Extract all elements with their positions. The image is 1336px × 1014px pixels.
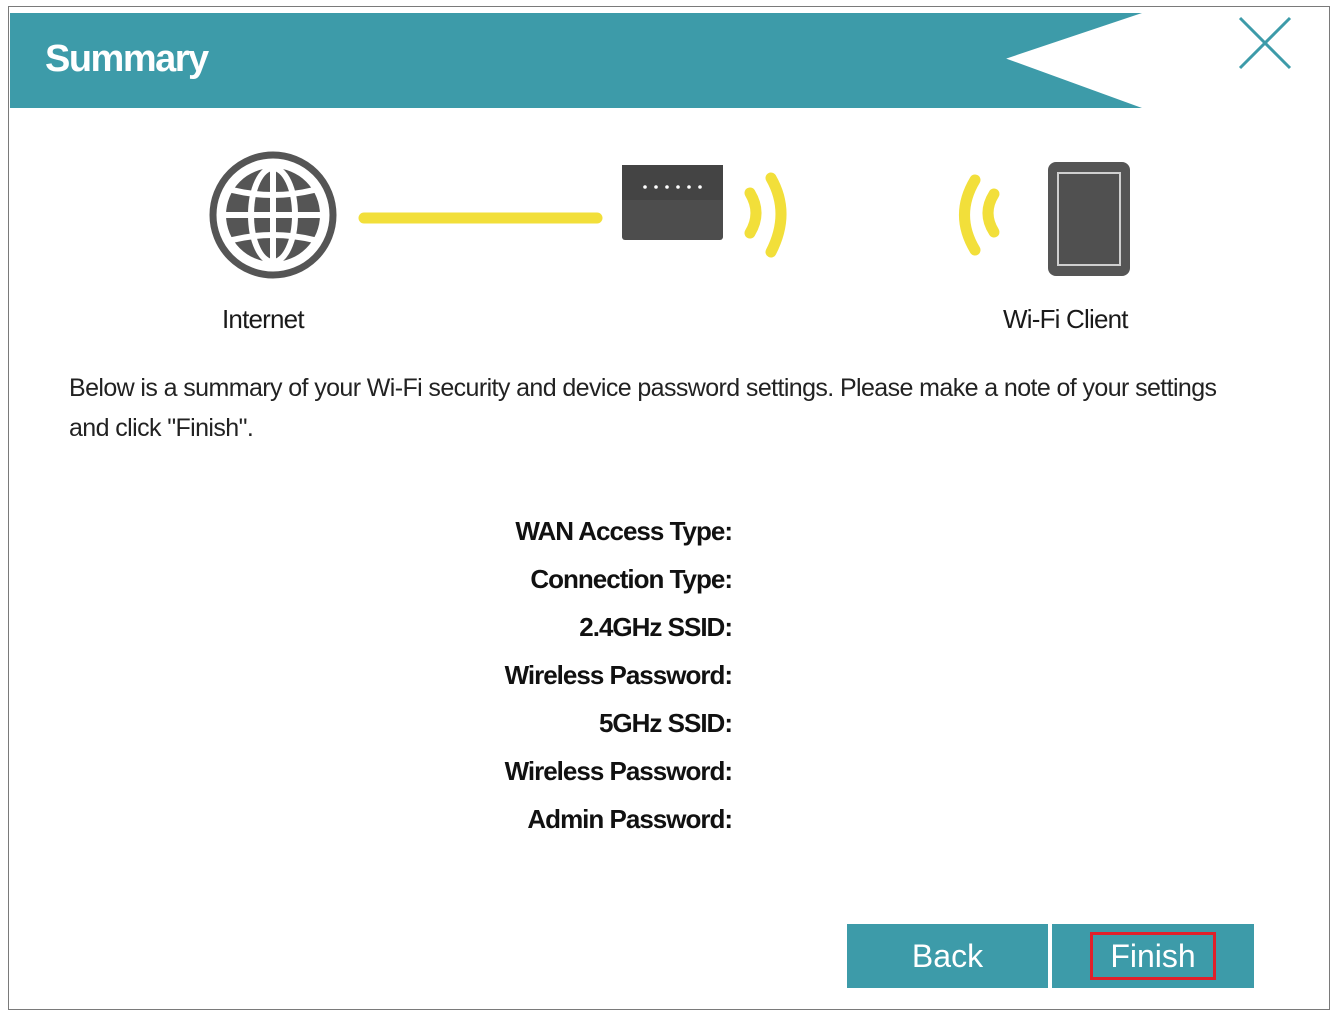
wan-access-type-label: WAN Access Type: <box>515 516 733 546</box>
wireless-password-2g-label: Wireless Password: <box>504 660 733 690</box>
wifi-signal-icon-left <box>959 174 1000 256</box>
wifi-signal-icon-right <box>744 172 787 258</box>
admin-password-label: Admin Password: <box>527 804 733 834</box>
tablet-icon <box>1048 162 1130 276</box>
finish-button[interactable]: Finish <box>1052 924 1254 988</box>
ssid-2g-label: 2.4GHz SSID: <box>579 612 733 642</box>
internet-label: Internet <box>222 304 305 334</box>
back-button[interactable]: Back <box>847 924 1048 988</box>
ssid-5g-label: 5GHz SSID: <box>598 708 733 738</box>
finish-button-label: Finish <box>1090 932 1216 980</box>
network-diagram <box>209 151 1130 279</box>
wireless-password-5g-label: Wireless Password: <box>504 756 733 786</box>
globe-icon <box>209 151 337 279</box>
wifi-client-label: Wi-Fi Client <box>1003 304 1129 334</box>
connection-type-label: Connection Type: <box>530 564 733 594</box>
back-button-label: Back <box>911 937 984 974</box>
router-icon <box>622 165 723 240</box>
summary-description: Below is a summary of your Wi-Fi securit… <box>69 374 1217 442</box>
